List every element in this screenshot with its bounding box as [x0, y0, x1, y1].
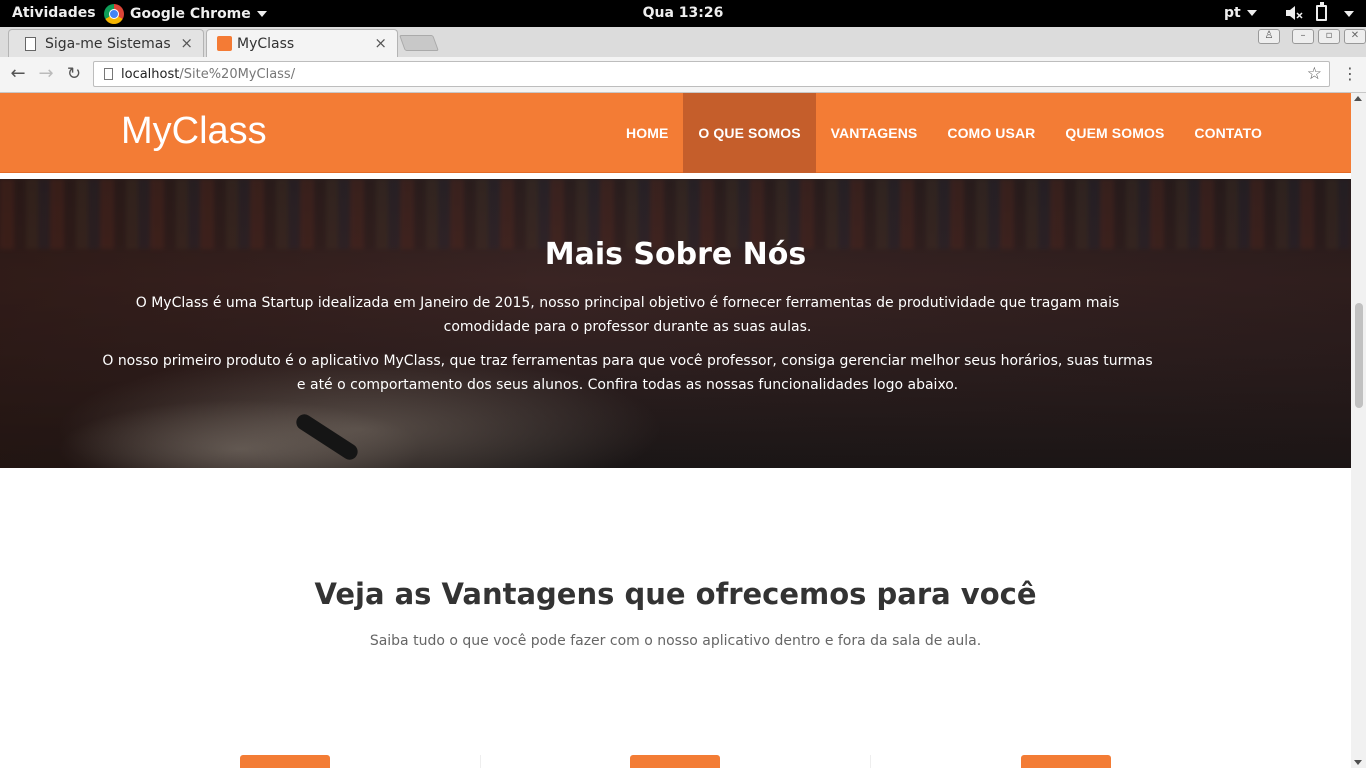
advantages-subtitle: Saiba tudo o que você pode fazer com o n… — [369, 633, 982, 649]
new-tab-button[interactable] — [399, 35, 439, 51]
about-paragraph-2: O nosso primeiro produto é o aplicativo … — [102, 353, 1153, 393]
feature-divider — [480, 755, 481, 768]
close-icon[interactable]: × — [374, 34, 387, 52]
feature-divider — [870, 755, 871, 768]
window-controls: – ▫ ✕ — [1292, 29, 1366, 44]
maximize-icon[interactable]: ▫ — [1318, 29, 1340, 44]
nav-contato[interactable]: CONTATO — [1179, 93, 1277, 173]
pen-image — [293, 411, 361, 463]
bookmark-star-icon[interactable]: ☆ — [1307, 64, 1322, 84]
about-hero-section: Mais Sobre Nós O MyClass é uma Startup i… — [0, 179, 1351, 468]
site-menu: HOME O QUE SOMOS VANTAGENS COMO USAR QUE… — [611, 93, 1277, 173]
address-bar[interactable]: localhost/Site%20MyClass/ ☆ — [93, 61, 1330, 87]
nav-home[interactable]: HOME — [611, 93, 683, 173]
url-text: localhost/Site%20MyClass/ — [121, 67, 296, 82]
profile-icon[interactable]: ♙ — [1258, 29, 1280, 44]
site-navbar: MyClass HOME O QUE SOMOS VANTAGENS COMO … — [0, 93, 1351, 173]
chevron-down-icon — [1246, 10, 1257, 16]
chrome-menu-icon[interactable]: ⋮ — [1342, 63, 1358, 85]
nav-como-usar[interactable]: COMO USAR — [932, 93, 1050, 173]
feature-icon-box-2 — [630, 755, 720, 768]
advantages-title: Veja as Vantagens que ofrecemos para voc… — [314, 577, 1037, 611]
language-selector[interactable]: pt — [1224, 5, 1257, 21]
myclass-favicon-icon — [217, 36, 232, 51]
scrollbar-thumb[interactable] — [1355, 303, 1363, 408]
browser-toolbar: ← → ↻ localhost/Site%20MyClass/ ☆ ⋮ — [0, 57, 1366, 93]
nav-vantagens[interactable]: VANTAGENS — [816, 93, 933, 173]
reload-icon[interactable]: ↻ — [63, 63, 85, 85]
nav-o-que-somos[interactable]: O QUE SOMOS — [683, 93, 816, 173]
back-arrow-icon[interactable]: ← — [7, 63, 29, 85]
system-top-bar: Atividades Google Chrome Qua 13:26 pt — [0, 0, 1366, 27]
nav-quem-somos[interactable]: QUEM SOMOS — [1050, 93, 1179, 173]
tab-title: MyClass — [237, 36, 295, 52]
page-viewport: MyClass HOME O QUE SOMOS VANTAGENS COMO … — [0, 93, 1351, 768]
clock[interactable]: Qua 13:26 — [0, 5, 1366, 21]
close-window-icon[interactable]: ✕ — [1344, 29, 1366, 44]
page-scrollbar[interactable] — [1351, 93, 1366, 768]
about-paragraph-1: O MyClass é uma Startup idealizada em Ja… — [135, 295, 1120, 335]
minimize-icon[interactable]: – — [1292, 29, 1314, 44]
tab-siga-me-sistemas[interactable]: Siga-me Sistemas × — [8, 29, 204, 57]
forward-arrow-icon[interactable]: → — [35, 63, 57, 85]
page-icon — [25, 37, 36, 51]
battery-icon[interactable] — [1316, 2, 1327, 21]
site-logo[interactable]: MyClass — [121, 110, 267, 153]
scroll-up-icon[interactable] — [1354, 96, 1362, 101]
feature-icon-box-3 — [1021, 755, 1111, 768]
tab-myclass[interactable]: MyClass × — [206, 29, 398, 57]
scroll-down-icon[interactable] — [1354, 760, 1362, 765]
page-icon — [104, 68, 113, 80]
language-label: pt — [1224, 5, 1241, 21]
system-menu-chevron-icon[interactable] — [1344, 11, 1354, 17]
about-title: Mais Sobre Nós — [544, 237, 807, 272]
tab-strip: Siga-me Sistemas × MyClass × ♙ – ▫ ✕ — [0, 27, 1366, 57]
tab-title: Siga-me Sistemas — [45, 36, 171, 52]
feature-icon-box-1 — [240, 755, 330, 768]
close-icon[interactable]: × — [180, 34, 193, 52]
volume-muted-icon[interactable] — [1285, 5, 1303, 21]
